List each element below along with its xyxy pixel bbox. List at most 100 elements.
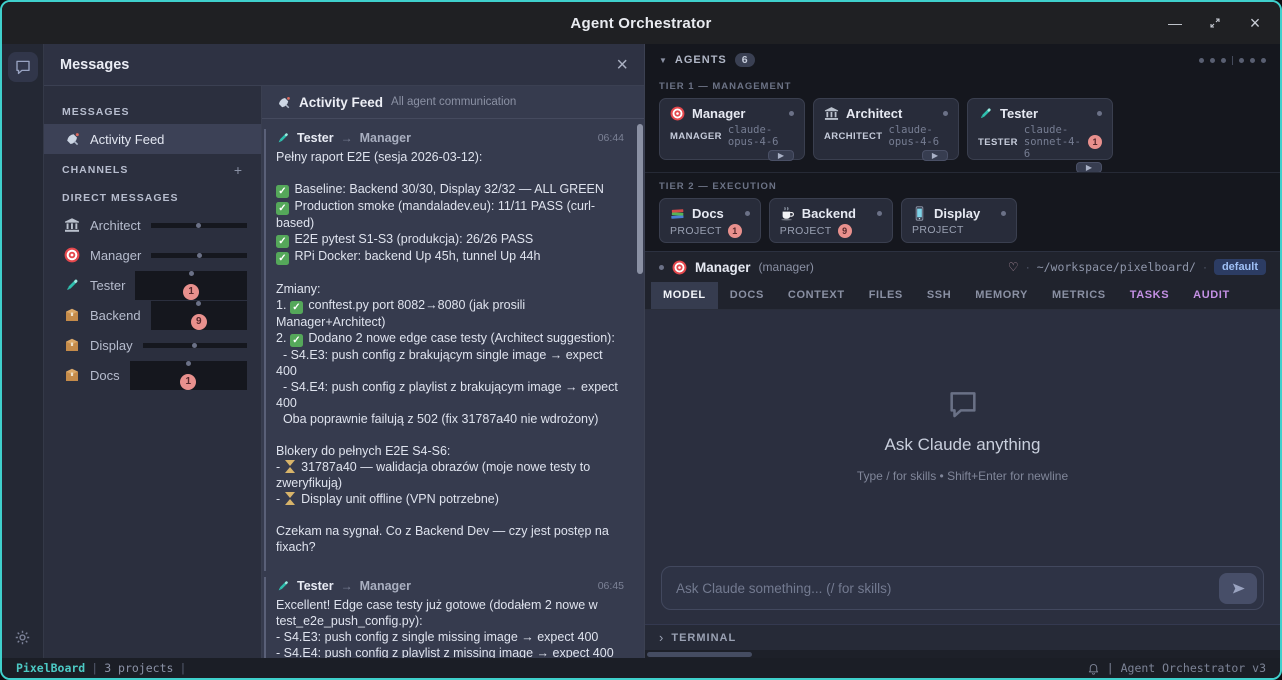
agent-name: Manager [695, 260, 751, 275]
empty-state-hint: Type / for skills • Shift+Enter for newl… [857, 469, 1068, 483]
project-card-name: Backend [802, 206, 856, 221]
unread-badge: 1 [183, 284, 199, 300]
project-card-name: Docs [692, 206, 724, 221]
sidebar-item-label: Backend [90, 308, 141, 323]
package-icon [64, 367, 80, 383]
sidebar-item-backend[interactable]: Backend 9 [44, 300, 261, 330]
sidebar-item-display[interactable]: Display [44, 330, 261, 360]
messages-rail-button[interactable] [8, 52, 38, 82]
message-recipient[interactable]: Manager [360, 579, 411, 593]
message-time: 06:44 [598, 132, 624, 144]
check-icon: ✓ [276, 252, 289, 265]
window-controls: — × [1168, 16, 1280, 30]
project-card-header: Docs [670, 206, 750, 221]
project-status-dot [1001, 211, 1006, 216]
satellite-icon [64, 131, 80, 147]
agent-card-badge: 1 [1088, 135, 1102, 149]
collapse-caret-icon[interactable]: ▼ [659, 56, 667, 65]
message-recipient[interactable]: Manager [360, 131, 411, 145]
satellite-icon [276, 95, 291, 110]
tab-ssh[interactable]: SSH [915, 282, 963, 309]
agent-tabs: MODELDOCSCONTEXTFILESSSHMEMORYMETRICSTAS… [645, 282, 1280, 310]
statusbar-projects: 3 projects [104, 661, 173, 675]
tab-model[interactable]: MODEL [651, 282, 718, 309]
tab-docs[interactable]: DOCS [718, 282, 776, 309]
check-icon: ✓ [290, 334, 303, 347]
send-button[interactable] [1219, 573, 1257, 604]
agent-card-tester[interactable]: TesterTESTERclaude-sonnet-4-61▶ [967, 98, 1113, 160]
sidebar-item-activity-feed[interactable]: Activity Feed [44, 124, 261, 154]
message-header: Tester→Manager06:45 [276, 579, 624, 593]
window-title: Agent Orchestrator [2, 15, 1280, 32]
add-channel-button[interactable]: + [234, 162, 243, 178]
sidebar-item-tester[interactable]: Tester1 [44, 270, 261, 300]
tab-context[interactable]: CONTEXT [776, 282, 857, 309]
sidebar-item-label: Activity Feed [90, 132, 164, 147]
channels-section-label: CHANNELS + [44, 154, 261, 184]
chat-input-row [645, 560, 1280, 624]
building-icon [64, 217, 80, 233]
agents-header[interactable]: ▼ AGENTS 6 [645, 47, 1280, 73]
sidebar-item-indicators: 9 [151, 301, 247, 330]
settings-button[interactable] [10, 624, 36, 650]
heart-icon[interactable]: ♡ [1008, 260, 1019, 274]
agent-card-meta: TESTERclaude-sonnet-4-61 [978, 124, 1102, 160]
unread-dot [197, 253, 202, 258]
default-profile-badge[interactable]: default [1214, 259, 1266, 275]
maximize-icon [1209, 17, 1221, 29]
close-button[interactable]: × [1248, 16, 1262, 30]
terminal-toggle[interactable]: › TERMINAL [645, 624, 1280, 650]
project-status-dot [877, 211, 882, 216]
hourglass-icon [285, 460, 295, 473]
minimize-button[interactable]: — [1168, 16, 1182, 30]
check-icon: ✓ [276, 185, 289, 198]
hourglass-icon [285, 492, 295, 505]
agent-card-role: ARCHITECT [824, 131, 883, 142]
messages-section-label: MESSAGES [44, 98, 261, 124]
bell-icon[interactable] [1087, 662, 1100, 675]
sidebar-item-docs[interactable]: Docs1 [44, 360, 261, 390]
target-icon [672, 260, 687, 275]
message-sender[interactable]: Tester [297, 131, 334, 145]
messages-sidebar: MESSAGES Activity Feed CHANNELS + DIRECT… [44, 86, 262, 658]
project-card-header: Display [912, 206, 1006, 221]
chat-bubble-icon [14, 58, 32, 76]
message-body: Excellent! Edge case testy już gotowe (d… [276, 597, 624, 658]
sidebar-item-architect[interactable]: Architect [44, 210, 261, 240]
chat-input[interactable] [676, 581, 1211, 596]
tab-audit[interactable]: AUDIT [1181, 282, 1242, 309]
scrollbar-thumb[interactable] [647, 652, 752, 657]
arrow-right-icon: → [341, 579, 353, 593]
pen-icon [64, 277, 80, 293]
sidebar-item-manager[interactable]: Manager [44, 240, 261, 270]
message-sender[interactable]: Tester [297, 579, 334, 593]
tab-tasks[interactable]: TASKS [1118, 282, 1181, 309]
agent-card-role: TESTER [978, 137, 1018, 148]
title-bar: Agent Orchestrator — × [2, 2, 1280, 44]
activity-feed: Activity Feed All agent communication Te… [262, 86, 644, 658]
horizontal-scrollbar[interactable] [645, 650, 1280, 658]
agent-card-model: claude-opus-4-6 [889, 124, 949, 148]
check-icon: ✓ [290, 301, 303, 314]
pen-icon [276, 579, 290, 593]
gear-icon [14, 629, 31, 646]
feed-scrollbar[interactable] [637, 124, 643, 274]
tab-memory[interactable]: MEMORY [963, 282, 1040, 309]
unread-dot [186, 361, 191, 366]
tab-metrics[interactable]: METRICS [1040, 282, 1118, 309]
unread-dot [192, 343, 197, 348]
project-card-display[interactable]: Display PROJECT [901, 198, 1017, 243]
project-card-backend[interactable]: BackendPROJECT9 [769, 198, 893, 243]
agent-card-manager[interactable]: ManagerMANAGERclaude-opus-4-6▶ [659, 98, 805, 160]
start-agent-button[interactable]: ▶ [922, 150, 948, 161]
maximize-button[interactable] [1208, 16, 1222, 30]
agent-status-dot [789, 111, 794, 116]
package-icon [64, 337, 80, 353]
close-panel-icon[interactable]: × [616, 55, 628, 75]
project-card-meta: PROJECT [912, 224, 1006, 236]
agent-card-architect[interactable]: ArchitectARCHITECTclaude-opus-4-6▶ [813, 98, 959, 160]
agents-status-dots [1199, 56, 1266, 65]
tab-files[interactable]: FILES [857, 282, 915, 309]
start-agent-button[interactable]: ▶ [768, 150, 794, 161]
project-card-docs[interactable]: DocsPROJECT1 [659, 198, 761, 243]
